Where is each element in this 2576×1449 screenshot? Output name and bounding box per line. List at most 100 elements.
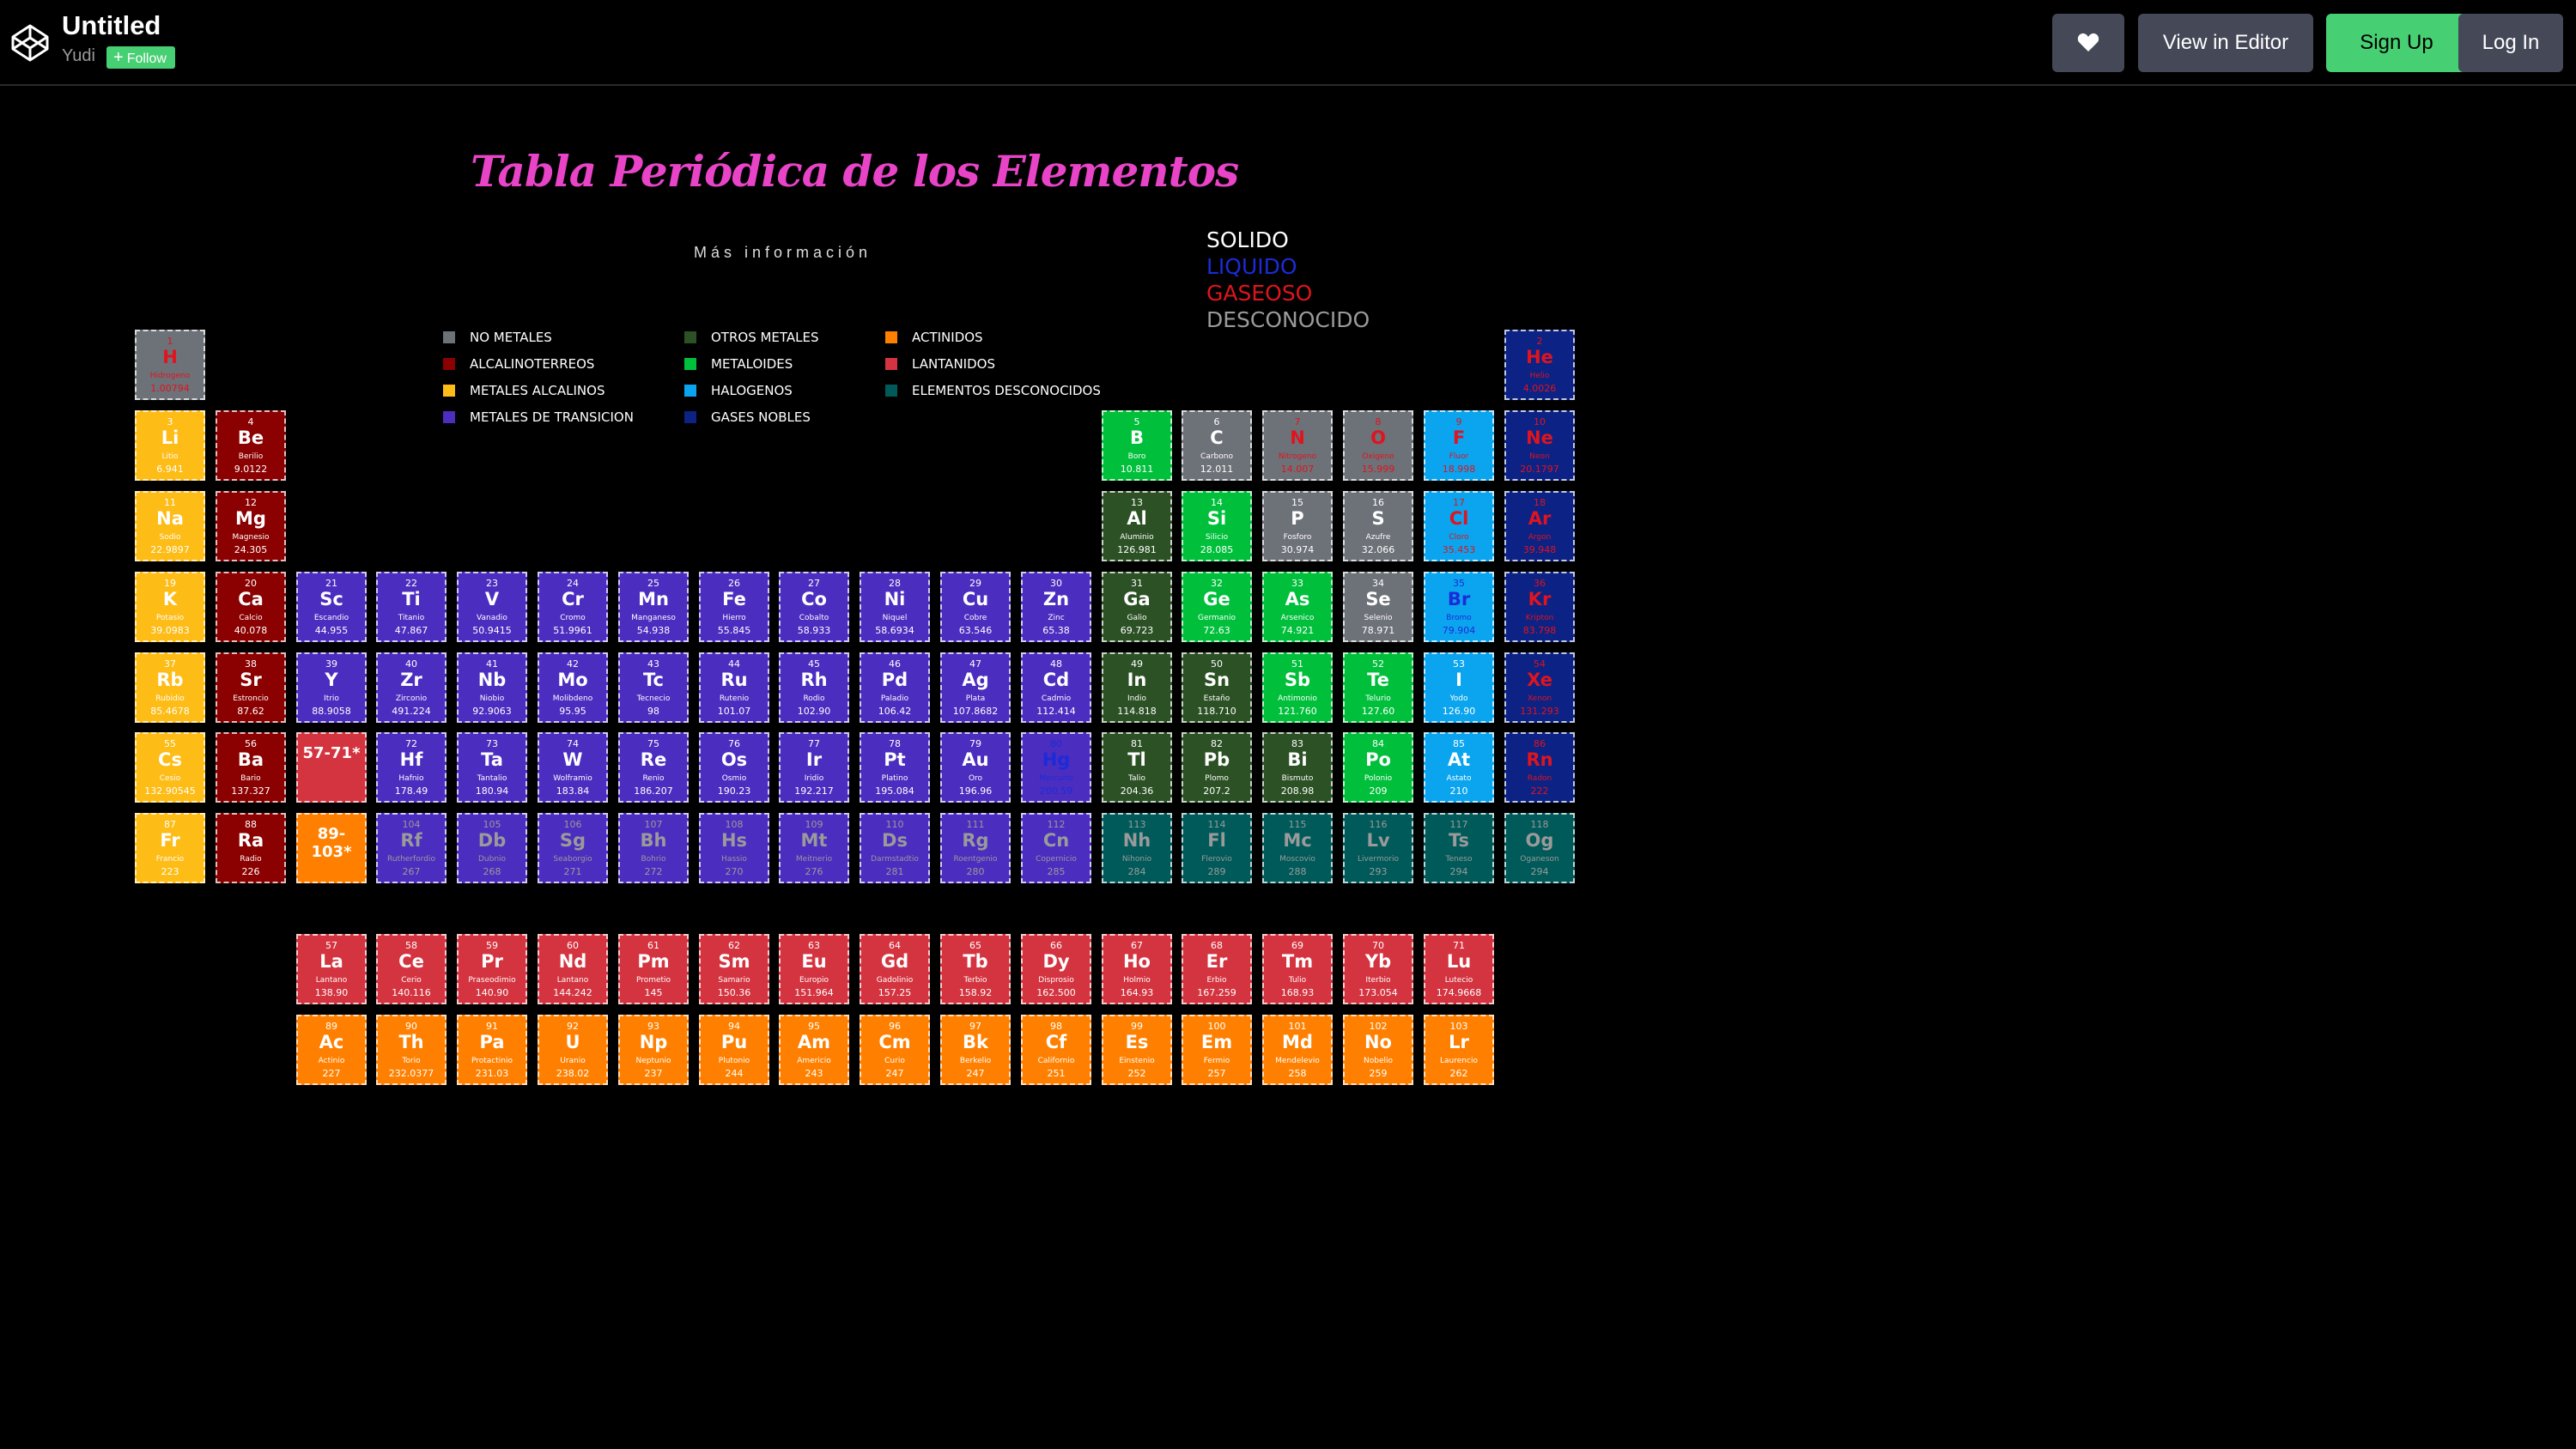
element-ti[interactable]: 22 Ti Titanio 47.867 <box>376 572 447 642</box>
element-zn[interactable]: 30 Zn Zinc 65.38 <box>1021 572 1091 642</box>
element-n[interactable]: 7 N Nitrogeno 14.007 <box>1262 410 1333 481</box>
element-ca[interactable]: 20 Ca Calcio 40.078 <box>216 572 286 642</box>
element-ir[interactable]: 77 Ir Iridio 192.217 <box>779 732 849 803</box>
element-cd[interactable]: 48 Cd Cadmio 112.414 <box>1021 652 1091 723</box>
element-eu[interactable]: 63 Eu Europio 151.964 <box>779 934 849 1004</box>
element-y[interactable]: 39 Y Itrio 88.9058 <box>296 652 367 723</box>
element-ra[interactable]: 88 Ra Radio 226 <box>216 813 286 883</box>
element-f[interactable]: 9 F Fluor 18.998 <box>1424 410 1494 481</box>
element-cl[interactable]: 17 Cl Cloro 35.453 <box>1424 491 1494 561</box>
element-sn[interactable]: 50 Sn Estaño 118.710 <box>1182 652 1252 723</box>
element-c[interactable]: 6 C Carbono 12.011 <box>1182 410 1252 481</box>
element-lu[interactable]: 71 Lu Lutecio 174.9668 <box>1424 934 1494 1004</box>
element-es[interactable]: 99 Es Einstenio 252 <box>1102 1015 1172 1085</box>
element-al[interactable]: 13 Al Aluminio 126.981 <box>1102 491 1172 561</box>
element-sg[interactable]: 106 Sg Seaborgio 271 <box>538 813 608 883</box>
element-ne[interactable]: 10 Ne Neon 20.1797 <box>1504 410 1575 481</box>
element-he[interactable]: 2 He Helio 4.0026 <box>1504 330 1575 400</box>
element-no[interactable]: 102 No Nobelio 259 <box>1343 1015 1413 1085</box>
element-k[interactable]: 19 K Potasio 39.0983 <box>135 572 205 642</box>
element-pb[interactable]: 82 Pb Plomo 207.2 <box>1182 732 1252 803</box>
element-na[interactable]: 11 Na Sodio 22.9897 <box>135 491 205 561</box>
element-ho[interactable]: 67 Ho Holmio 164.93 <box>1102 934 1172 1004</box>
element-fe[interactable]: 26 Fe Hierro 55.845 <box>699 572 769 642</box>
element-pt[interactable]: 78 Pt Platino 195.084 <box>860 732 930 803</box>
element-w[interactable]: 74 W Wolframio 183.84 <box>538 732 608 803</box>
element-ag[interactable]: 47 Ag Plata 107.8682 <box>940 652 1011 723</box>
element-mo[interactable]: 42 Mo Molibdeno 95.95 <box>538 652 608 723</box>
element-sb[interactable]: 51 Sb Antimonio 121.760 <box>1262 652 1333 723</box>
love-button[interactable] <box>2052 14 2124 72</box>
more-info-link[interactable]: Más información <box>694 244 872 262</box>
element-er[interactable]: 68 Er Erbio 167.259 <box>1182 934 1252 1004</box>
element-ts[interactable]: 117 Ts Teneso 294 <box>1424 813 1494 883</box>
element-nd[interactable]: 60 Nd Lantano 144.242 <box>538 934 608 1004</box>
element-rn[interactable]: 86 Rn Radon 222 <box>1504 732 1575 803</box>
element-au[interactable]: 79 Au Oro 196.96 <box>940 732 1011 803</box>
view-in-editor-button[interactable]: View in Editor <box>2138 14 2313 72</box>
element-cf[interactable]: 98 Cf Californio 251 <box>1021 1015 1091 1085</box>
element-b[interactable]: 5 B Boro 10.811 <box>1102 410 1172 481</box>
element-ga[interactable]: 31 Ga Galio 69.723 <box>1102 572 1172 642</box>
element-dy[interactable]: 66 Dy Disprosio 162.500 <box>1021 934 1091 1004</box>
element-ce[interactable]: 58 Ce Cerio 140.116 <box>376 934 447 1004</box>
element-nh[interactable]: 113 Nh Nihonio 284 <box>1102 813 1172 883</box>
element-tc[interactable]: 43 Tc Tecnecio 98 <box>618 652 689 723</box>
element-h[interactable]: 1 H Hidrogeno 1.00794 <box>135 330 205 400</box>
element-pr[interactable]: 59 Pr Praseodimio 140.90 <box>457 934 527 1004</box>
element-db[interactable]: 105 Db Dubnio 268 <box>457 813 527 883</box>
element-ta[interactable]: 73 Ta Tantalio 180.94 <box>457 732 527 803</box>
series-placeholder[interactable]: 89-103* <box>296 813 367 883</box>
element-mt[interactable]: 109 Mt Meitnerio 276 <box>779 813 849 883</box>
element-i[interactable]: 53 I Yodo 126.90 <box>1424 652 1494 723</box>
element-si[interactable]: 14 Si Silicio 28.085 <box>1182 491 1252 561</box>
element-xe[interactable]: 54 Xe Xenon 131.293 <box>1504 652 1575 723</box>
element-bh[interactable]: 107 Bh Bohrio 272 <box>618 813 689 883</box>
element-at[interactable]: 85 At Astato 210 <box>1424 732 1494 803</box>
element-hs[interactable]: 108 Hs Hassio 270 <box>699 813 769 883</box>
element-s[interactable]: 16 S Azufre 32.066 <box>1343 491 1413 561</box>
sign-up-button[interactable]: Sign Up <box>2326 14 2467 72</box>
element-th[interactable]: 90 Th Torio 232.0377 <box>376 1015 447 1085</box>
element-nb[interactable]: 41 Nb Niobio 92.9063 <box>457 652 527 723</box>
element-sm[interactable]: 62 Sm Samario 150.36 <box>699 934 769 1004</box>
element-mn[interactable]: 25 Mn Manganeso 54.938 <box>618 572 689 642</box>
element-lv[interactable]: 116 Lv Livermorio 293 <box>1343 813 1413 883</box>
element-fr[interactable]: 87 Fr Francio 223 <box>135 813 205 883</box>
pen-author-link[interactable]: Yudi <box>62 46 95 66</box>
element-li[interactable]: 3 Li Litio 6.941 <box>135 410 205 481</box>
element-br[interactable]: 35 Br Bromo 79.904 <box>1424 572 1494 642</box>
element-pm[interactable]: 61 Pm Prometio 145 <box>618 934 689 1004</box>
element-te[interactable]: 52 Te Telurio 127.60 <box>1343 652 1413 723</box>
element-cu[interactable]: 29 Cu Cobre 63.546 <box>940 572 1011 642</box>
element-bi[interactable]: 83 Bi Bismuto 208.98 <box>1262 732 1333 803</box>
log-in-button[interactable]: Log In <box>2458 14 2563 72</box>
element-sc[interactable]: 21 Sc Escandio 44.955 <box>296 572 367 642</box>
element-rf[interactable]: 104 Rf Rutherfordio 267 <box>376 813 447 883</box>
element-cn[interactable]: 112 Cn Copernicio 285 <box>1021 813 1091 883</box>
element-re[interactable]: 75 Re Renio 186.207 <box>618 732 689 803</box>
element-be[interactable]: 4 Be Berilio 9.0122 <box>216 410 286 481</box>
codepen-logo-icon[interactable] <box>10 23 50 63</box>
element-tb[interactable]: 65 Tb Terbio 158.92 <box>940 934 1011 1004</box>
element-mc[interactable]: 115 Mc Moscovio 288 <box>1262 813 1333 883</box>
element-ni[interactable]: 28 Ni Niquel 58.6934 <box>860 572 930 642</box>
element-ba[interactable]: 56 Ba Bario 137.327 <box>216 732 286 803</box>
element-md[interactable]: 101 Md Mendelevio 258 <box>1262 1015 1333 1085</box>
element-hg[interactable]: 80 Hg Mercurio 200.59 <box>1021 732 1091 803</box>
element-bk[interactable]: 97 Bk Berkelio 247 <box>940 1015 1011 1085</box>
element-os[interactable]: 76 Os Osmio 190.23 <box>699 732 769 803</box>
element-em[interactable]: 100 Em Fermio 257 <box>1182 1015 1252 1085</box>
element-o[interactable]: 8 O Oxigeno 15.999 <box>1343 410 1413 481</box>
element-ds[interactable]: 110 Ds Darmstadtio 281 <box>860 813 930 883</box>
element-po[interactable]: 84 Po Polonio 209 <box>1343 732 1413 803</box>
element-cm[interactable]: 96 Cm Curio 247 <box>860 1015 930 1085</box>
element-co[interactable]: 27 Co Cobalto 58.933 <box>779 572 849 642</box>
element-p[interactable]: 15 P Fosforo 30.974 <box>1262 491 1333 561</box>
element-tm[interactable]: 69 Tm Tulio 168.93 <box>1262 934 1333 1004</box>
element-in[interactable]: 49 In Indio 114.818 <box>1102 652 1172 723</box>
element-np[interactable]: 93 Np Neptunio 237 <box>618 1015 689 1085</box>
element-rh[interactable]: 45 Rh Rodio 102.90 <box>779 652 849 723</box>
follow-button[interactable]: + Follow <box>106 46 175 69</box>
element-am[interactable]: 95 Am Americio 243 <box>779 1015 849 1085</box>
